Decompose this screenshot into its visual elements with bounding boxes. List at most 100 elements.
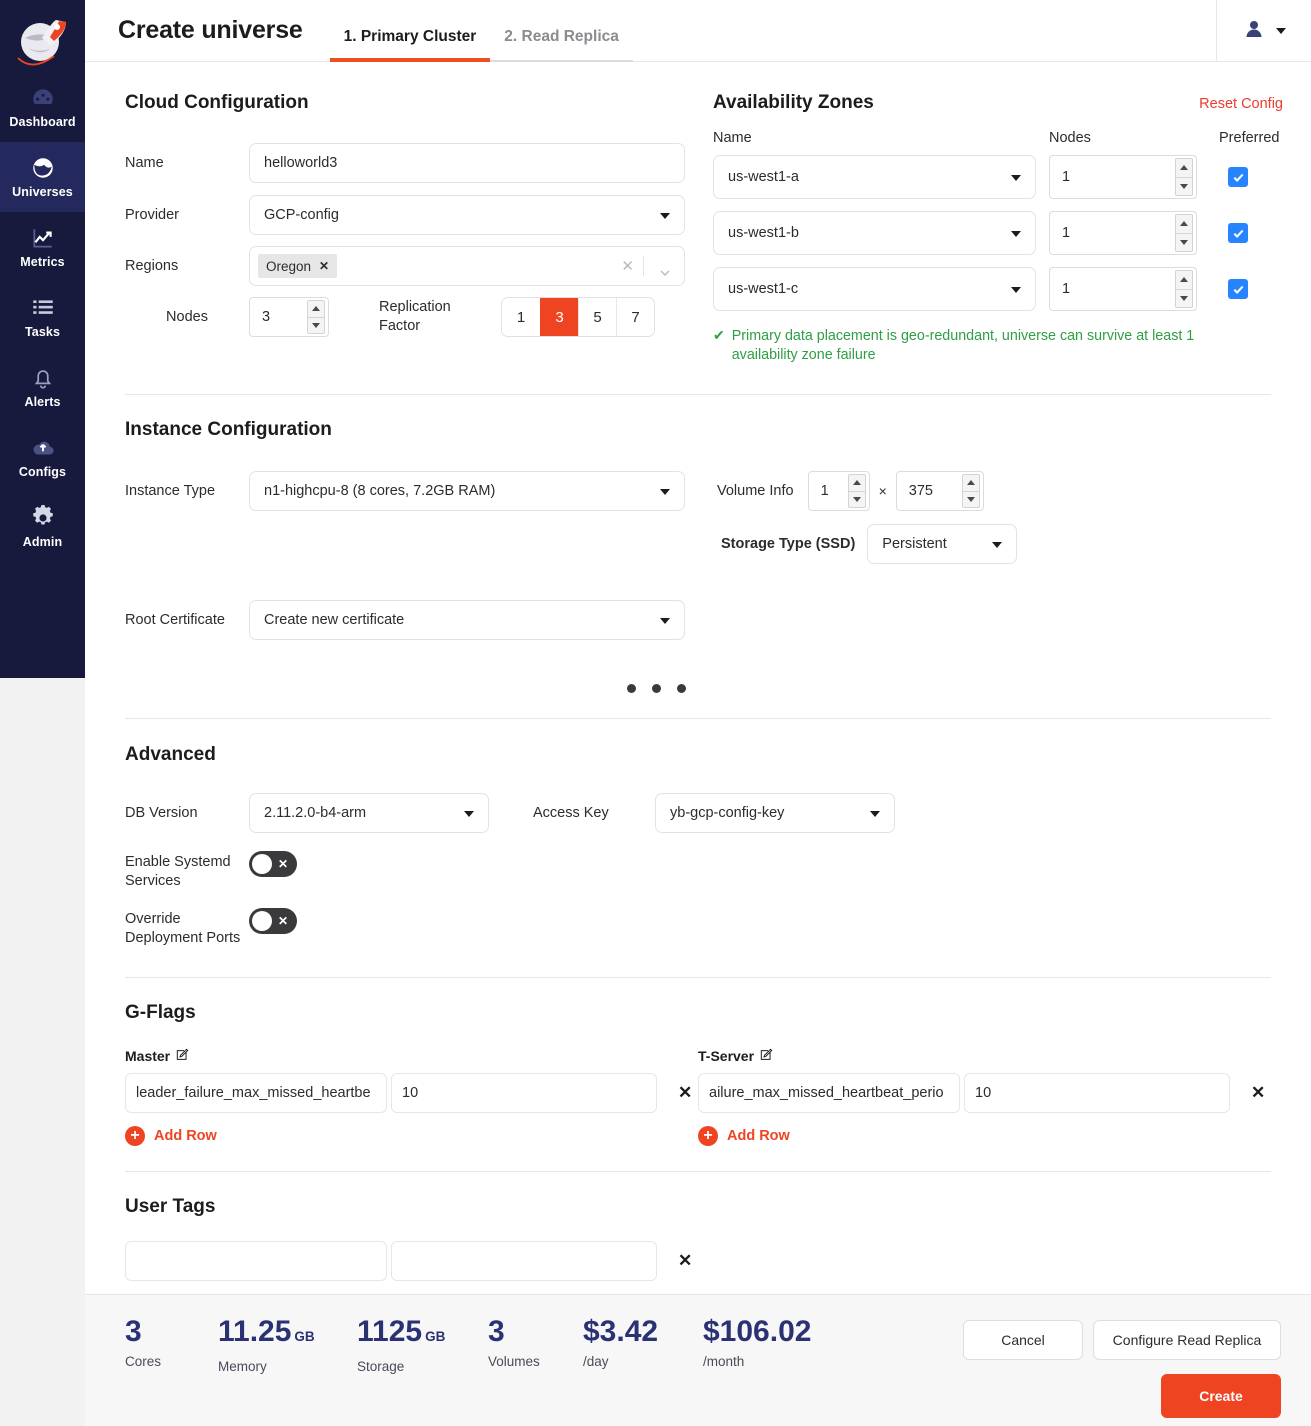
divider <box>643 256 644 276</box>
stat-volumes: 3 Volumes <box>488 1315 540 1369</box>
reset-config-button[interactable]: Reset Config <box>1199 96 1283 112</box>
user-tags-title: User Tags <box>125 1196 1271 1218</box>
sidebar: Dashboard Universes Metrics <box>0 0 85 678</box>
gflags-master-add-row-button[interactable]: + Add Row <box>125 1126 698 1146</box>
add-row-label: Add Row <box>727 1128 790 1144</box>
stepper-up-button[interactable] <box>849 475 865 491</box>
az-preferred-checkbox[interactable] <box>1228 279 1248 299</box>
triangle-down-icon <box>312 323 320 328</box>
triangle-up-icon <box>1180 277 1188 282</box>
volume-count-stepper[interactable] <box>808 471 870 511</box>
check-icon: ✔ <box>713 327 725 365</box>
az-zone-select[interactable]: us-west1-c <box>713 267 1036 311</box>
az-row: us-west1-a <box>713 155 1283 199</box>
user-tag-value-input[interactable] <box>391 1241 657 1281</box>
storage-type-select[interactable]: Persistent <box>867 524 1017 564</box>
gflag-value-input[interactable] <box>964 1073 1230 1113</box>
gflag-row: ✕ <box>698 1073 1271 1113</box>
globe-icon <box>30 155 56 181</box>
az-nodes-stepper[interactable] <box>1049 211 1197 255</box>
stat-number: 11.25 <box>218 1315 291 1348</box>
stepper-up-button[interactable] <box>1176 215 1192 233</box>
storage-type-row: Storage Type (SSD) Persistent <box>125 524 1271 564</box>
provider-select[interactable]: GCP-config <box>249 195 685 235</box>
clear-regions-icon[interactable]: ✕ <box>621 257 634 275</box>
nodes-label: Nodes <box>125 309 249 325</box>
rf-option-5[interactable]: 5 <box>578 298 616 336</box>
stepper-down-button[interactable] <box>1176 177 1192 196</box>
yugabyte-rocket-logo[interactable] <box>12 10 74 72</box>
gflag-key-input[interactable] <box>125 1073 387 1113</box>
stat-label: Memory <box>218 1359 315 1374</box>
volume-multiplier-symbol: × <box>879 483 887 499</box>
universe-name-input[interactable] <box>249 143 685 183</box>
stat-label: Storage <box>357 1359 445 1374</box>
chevron-down-icon[interactable] <box>660 263 670 269</box>
stat-memory: 11.25GB Memory <box>218 1315 315 1374</box>
stat-unit: GB <box>425 1329 445 1344</box>
sidebar-item-admin[interactable]: Admin <box>0 492 85 562</box>
user-tag-key-input[interactable] <box>125 1241 387 1281</box>
nodes-stepper[interactable] <box>249 297 329 337</box>
az-preferred-checkbox[interactable] <box>1228 167 1248 187</box>
regions-multiselect[interactable]: Oregon ✕ ✕ <box>249 246 685 286</box>
rf-option-7[interactable]: 7 <box>616 298 654 336</box>
main-panel: Cloud Configuration Name Provider GCP-co… <box>85 62 1311 1294</box>
enable-systemd-toggle[interactable]: ✕ <box>249 851 297 877</box>
edit-pencil-icon[interactable] <box>760 1048 773 1064</box>
chart-line-icon <box>30 225 56 251</box>
stepper-buttons <box>1175 270 1193 308</box>
close-x-icon[interactable]: ✕ <box>1251 1083 1265 1103</box>
root-certificate-value: Create new certificate <box>264 612 404 628</box>
gflag-value-input[interactable] <box>391 1073 657 1113</box>
stepper-up-button[interactable] <box>1176 271 1192 289</box>
provider-label: Provider <box>125 207 249 223</box>
gflag-key-input[interactable] <box>698 1073 960 1113</box>
volume-size-stepper[interactable] <box>896 471 984 511</box>
sidebar-item-universes[interactable]: Universes <box>0 142 85 212</box>
sidebar-item-metrics[interactable]: Metrics <box>0 212 85 282</box>
stat-unit: GB <box>294 1329 314 1344</box>
stepper-down-button[interactable] <box>849 491 865 508</box>
stepper-down-button[interactable] <box>963 491 979 508</box>
tab-primary-cluster[interactable]: 1. Primary Cluster <box>330 28 491 62</box>
page-header: Create universe 1. Primary Cluster 2. Re… <box>85 0 1311 62</box>
user-menu[interactable] <box>1216 0 1311 62</box>
close-x-icon[interactable]: ✕ <box>678 1083 692 1103</box>
stepper-up-button[interactable] <box>963 475 979 491</box>
stepper-up-button[interactable] <box>1176 159 1192 177</box>
create-button[interactable]: Create <box>1161 1374 1281 1418</box>
sidebar-item-configs[interactable]: Configs <box>0 422 85 492</box>
override-ports-toggle[interactable]: ✕ <box>249 908 297 934</box>
sidebar-item-dashboard[interactable]: Dashboard <box>0 72 85 142</box>
gflags-tserver-add-row-button[interactable]: + Add Row <box>698 1126 1271 1146</box>
edit-pencil-icon[interactable] <box>176 1048 189 1064</box>
cancel-button[interactable]: Cancel <box>963 1320 1083 1360</box>
configure-read-replica-button[interactable]: Configure Read Replica <box>1093 1320 1281 1360</box>
close-x-icon[interactable]: ✕ <box>319 259 329 273</box>
az-zone-select[interactable]: us-west1-b <box>713 211 1036 255</box>
region-chip[interactable]: Oregon ✕ <box>258 254 337 278</box>
stepper-down-button[interactable] <box>308 317 324 334</box>
az-nodes-stepper[interactable] <box>1049 155 1197 199</box>
tab-read-replica[interactable]: 2. Read Replica <box>490 28 633 62</box>
access-key-select[interactable]: yb-gcp-config-key <box>655 793 895 833</box>
instance-type-select[interactable]: n1-highcpu-8 (8 cores, 7.2GB RAM) <box>249 471 685 511</box>
instance-configuration-section: Instance Configuration Instance Type n1-… <box>85 395 1311 693</box>
stepper-down-button[interactable] <box>1176 289 1192 308</box>
stepper-up-button[interactable] <box>308 301 324 317</box>
rf-option-3[interactable]: 3 <box>540 298 578 336</box>
root-certificate-select[interactable]: Create new certificate <box>249 600 685 640</box>
stepper-down-button[interactable] <box>1176 233 1192 252</box>
sidebar-background-lower <box>0 678 85 1426</box>
az-preferred-checkbox[interactable] <box>1228 223 1248 243</box>
az-zone-select[interactable]: us-west1-a <box>713 155 1036 199</box>
db-version-select[interactable]: 2.11.2.0-b4-arm <box>249 793 489 833</box>
sidebar-item-alerts[interactable]: Alerts <box>0 352 85 422</box>
instance-type-row: Instance Type n1-highcpu-8 (8 cores, 7.2… <box>125 471 1271 511</box>
chevron-down-icon <box>464 811 474 817</box>
close-x-icon[interactable]: ✕ <box>678 1251 692 1271</box>
sidebar-item-tasks[interactable]: Tasks <box>0 282 85 352</box>
az-nodes-stepper[interactable] <box>1049 267 1197 311</box>
rf-option-1[interactable]: 1 <box>502 298 540 336</box>
